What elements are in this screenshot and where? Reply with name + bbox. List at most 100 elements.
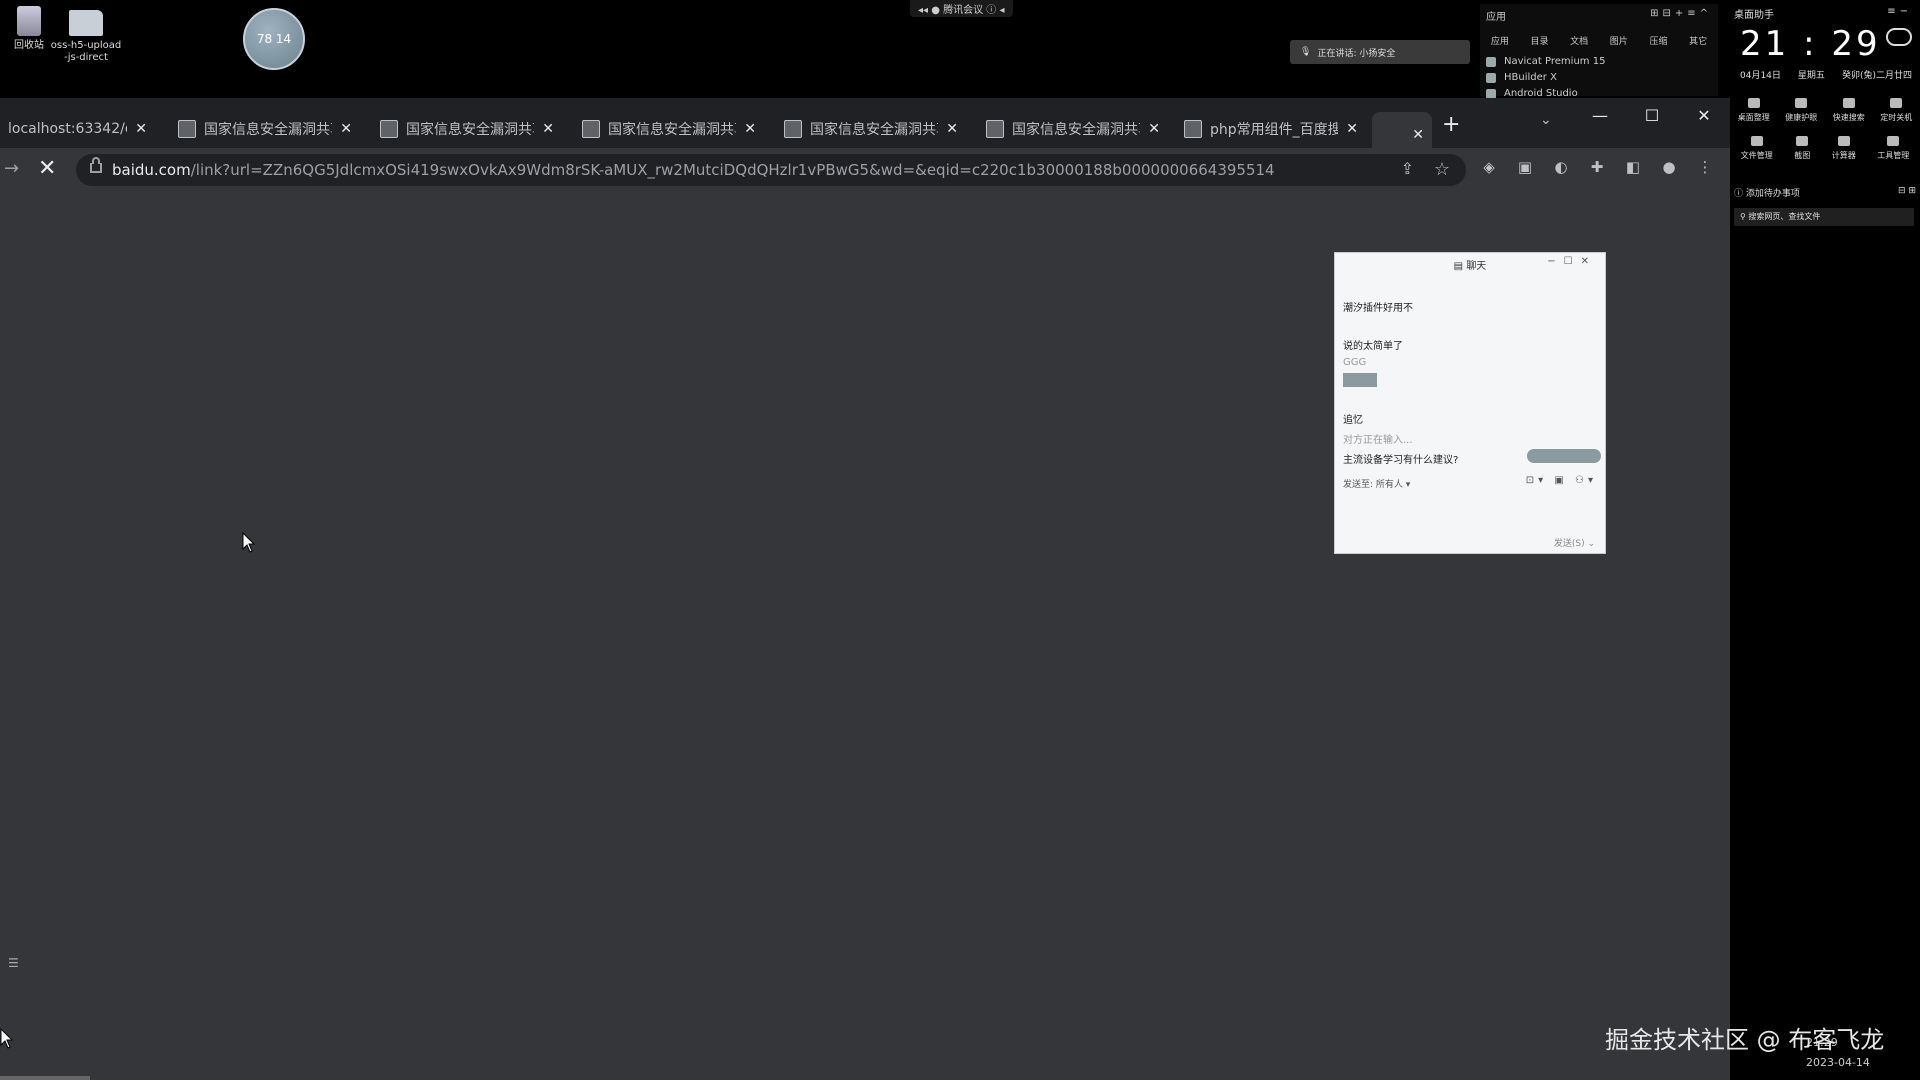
close-icon[interactable]: ✕ — [135, 121, 147, 137]
tab-title: 国家信息安全漏洞共享 — [608, 122, 737, 138]
watermark-text: 掘金技术社区 @ 布客飞龙 — [1605, 1026, 1885, 1054]
chat-message: GGG — [1343, 357, 1367, 368]
chat-send-to[interactable]: 发送至: 所有人 ▾ — [1343, 477, 1410, 490]
tab-baidu-php[interactable]: php常用组件_百度搜 ✕ — [1176, 112, 1366, 146]
window-controls: — ☐ ✕ — [1574, 106, 1730, 125]
close-icon[interactable]: ✕ — [946, 121, 958, 137]
close-icon[interactable]: ✕ — [1412, 127, 1424, 143]
todo-row[interactable]: ⓘ 添加待办事项 ⊟ ⊞ — [1734, 186, 1916, 199]
puzzle-icon[interactable]: ✚ — [1588, 158, 1606, 176]
favicon-icon — [1184, 120, 1202, 138]
tab-title: 国家信息安全漏洞共享 — [204, 122, 333, 138]
tool-label: 工具管理 — [1877, 151, 1910, 160]
tool-tool-manager[interactable]: 工具管理 — [1877, 136, 1909, 161]
tab-cnvd-1[interactable]: 国家信息安全漏洞共享 ✕ — [170, 112, 360, 146]
tool-eye-care[interactable]: 健康护眼 — [1785, 98, 1817, 123]
share-icon[interactable]: ⇪ — [1401, 159, 1414, 178]
app-label: HBuilder X — [1504, 72, 1557, 83]
fence-app-navicat[interactable]: Navicat Premium 15 — [1486, 54, 1605, 70]
minimize-icon[interactable]: — — [1574, 106, 1626, 125]
eye-icon — [1795, 98, 1808, 108]
lock-icon — [90, 157, 102, 173]
bookmark-star-icon[interactable]: ☆ — [1434, 159, 1450, 180]
address-bar[interactable]: baidu.com/link?url=ZZn6QG5JdlcmxOSi419sw… — [76, 154, 1466, 186]
tool-label: 文件管理 — [1740, 151, 1773, 160]
sidebar-search-input[interactable]: ⚲ 搜索网页、查找文件 — [1734, 208, 1914, 226]
close-icon[interactable]: ✕ — [744, 121, 756, 137]
extension-a-icon[interactable]: ◈ — [1480, 158, 1498, 176]
desktop-icon-folder[interactable]: oss-h5-upload-js-direct — [50, 6, 122, 64]
chat-window-controls[interactable]: −☐✕ — [1547, 256, 1597, 267]
fence-tab[interactable]: 目录 — [1530, 34, 1548, 47]
fence-tab[interactable]: 图片 — [1610, 34, 1628, 47]
send-to-label: 发送至: — [1343, 480, 1374, 490]
hbuilder-icon — [1486, 73, 1496, 83]
fence-tab[interactable]: 应用 — [1491, 34, 1509, 47]
todo-icons[interactable]: ⊟ ⊞ — [1898, 186, 1916, 199]
tool-file-manager[interactable]: 文件管理 — [1741, 136, 1773, 161]
tool-desktop-organize[interactable]: 桌面整理 — [1738, 98, 1770, 123]
favicon-icon — [784, 120, 802, 138]
folder-icon — [69, 10, 103, 36]
tool-label: 健康护眼 — [1785, 113, 1818, 122]
mouse-cursor-secondary-icon — [0, 1028, 14, 1049]
chat-icon: ▤ — [1453, 261, 1467, 272]
kebab-menu-icon[interactable]: ⋮ — [1696, 158, 1714, 176]
list-icon[interactable]: ☰ — [8, 956, 19, 970]
chat-toolbar-icons[interactable]: ⊡▾ ▣ ⚇▾ — [1526, 475, 1597, 486]
send-to-value[interactable]: 所有人 — [1376, 480, 1403, 490]
close-icon[interactable]: ✕ — [542, 121, 554, 137]
tool-screenshot[interactable]: 截图 — [1794, 136, 1810, 161]
tool-timer-shutdown[interactable]: 定时关机 — [1880, 98, 1912, 123]
tool-label: 快速搜索 — [1832, 113, 1865, 122]
tab-search-chevron-icon[interactable]: ⌄ — [1540, 112, 1552, 128]
tab-cnvd-5[interactable]: 国家信息安全漏洞共享 ✕ — [978, 112, 1168, 146]
fence-tab[interactable]: 文档 — [1570, 34, 1588, 47]
sidebar-title: 桌面助手 — [1734, 10, 1774, 21]
desktop-organize-icon — [1747, 98, 1760, 108]
forward-arrow-icon[interactable]: → — [4, 158, 19, 179]
tool-quick-search[interactable]: 快速搜索 — [1833, 98, 1865, 123]
tab-cnvd-2[interactable]: 国家信息安全漏洞共享 ✕ — [372, 112, 562, 146]
speed-ball-widget[interactable]: 78 14 — [243, 8, 305, 70]
clock-date: 04月14日 — [1740, 71, 1781, 81]
fence-tab[interactable]: 其它 — [1689, 34, 1707, 47]
chat-send-button[interactable]: 发送(S) ⌄ — [1554, 536, 1595, 549]
mic-icon: 🎙 — [1300, 47, 1312, 57]
fence-tabs: 应用 目录 文档 图片 压缩 其它 — [1480, 34, 1718, 47]
desktop-icon-label: oss-h5-upload-js-direct — [50, 40, 122, 63]
close-icon[interactable]: ✕ — [1346, 121, 1358, 137]
sidepanel-icon[interactable]: ◧ — [1624, 158, 1642, 176]
close-icon[interactable]: ✕ — [1148, 121, 1160, 137]
tool-label: 定时关机 — [1880, 113, 1913, 122]
close-window-icon[interactable]: ✕ — [1678, 106, 1730, 125]
extension-b-icon[interactable]: ▣ — [1516, 158, 1534, 176]
tab-cnvd-3[interactable]: 国家信息安全漏洞共享 ✕ — [574, 112, 764, 146]
url-path: /link?url=ZZn6QG5JdlcmxOSi419swxOvkAx9Wd… — [190, 161, 1275, 179]
url-text[interactable]: baidu.com/link?url=ZZn6QG5JdlcmxOSi419sw… — [112, 154, 1275, 186]
clock-weekday: 星期五 — [1797, 71, 1825, 81]
stop-loading-icon[interactable]: ✕ — [38, 156, 56, 181]
chat-title-text: 聊天 — [1466, 261, 1487, 272]
fence-tab[interactable]: 压缩 — [1649, 34, 1667, 47]
tab-localhost[interactable]: localhost:63342/de ✕ — [0, 112, 155, 146]
horizontal-scrollbar[interactable] — [0, 1076, 90, 1080]
clock-date-row: 04月14日 星期五 癸卯(兔)二月廿四 — [1740, 68, 1912, 81]
tab-cnvd-4[interactable]: 国家信息安全漏洞共享 ✕ — [776, 112, 966, 146]
meeting-status-bar[interactable]: ◂◂ ● 腾讯会议 ⓘ ◂ — [910, 0, 1013, 17]
tab-title: 国家信息安全漏洞共享 — [810, 122, 939, 138]
chat-message: 说的太简单了 — [1343, 341, 1403, 352]
extension-c-icon[interactable]: ◐ — [1552, 158, 1570, 176]
sidebar-controls[interactable]: ≡− — [1887, 6, 1912, 17]
profile-icon[interactable]: ● — [1660, 158, 1678, 176]
tool-calculator[interactable]: 计算器 — [1832, 136, 1856, 161]
new-tab-button[interactable]: + — [1442, 112, 1460, 137]
speaking-indicator: 🎙 正在讲话: 小扬安全 — [1290, 40, 1470, 64]
maximize-icon[interactable]: ☐ — [1626, 106, 1678, 125]
fence-app-hbuilder[interactable]: HBuilder X — [1486, 70, 1605, 86]
close-icon[interactable]: ✕ — [340, 121, 352, 137]
favicon-icon — [986, 120, 1004, 138]
power-icon — [1890, 98, 1903, 108]
chat-selection-highlight — [1343, 373, 1377, 387]
fence-controls[interactable]: ⊞⊟+≡^ — [1650, 8, 1712, 19]
